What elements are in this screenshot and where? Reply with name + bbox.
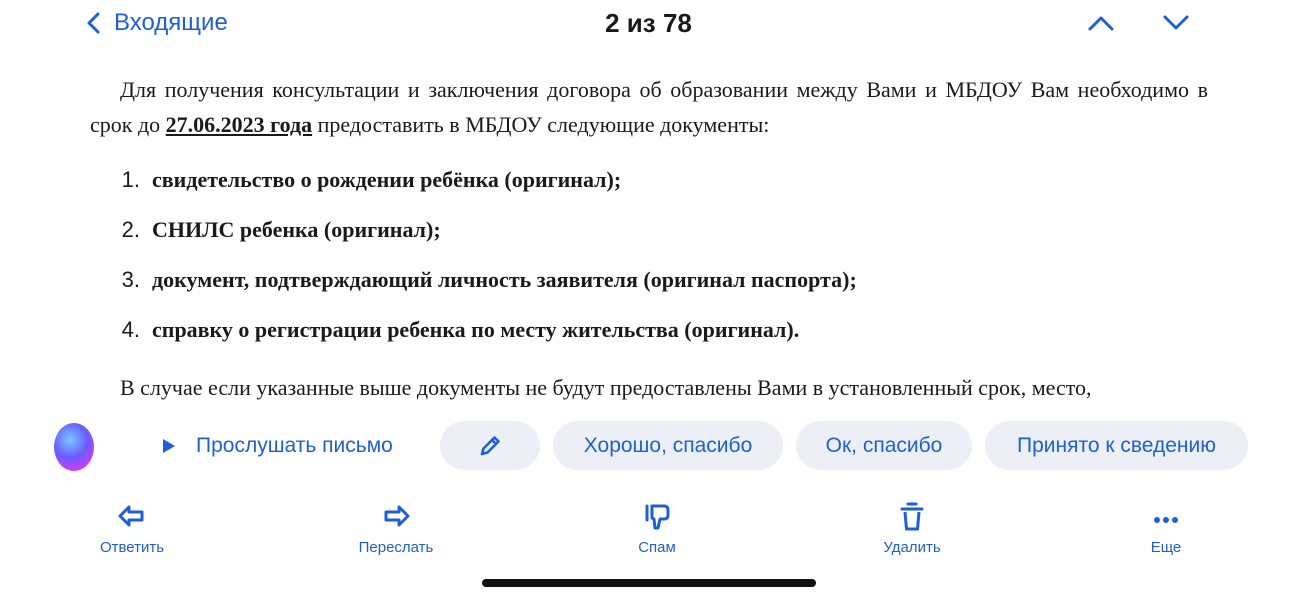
intro-paragraph: Для получения консультации и заключения …	[90, 72, 1208, 142]
delete-label: Удалить	[883, 539, 941, 556]
chevron-up-icon	[1088, 16, 1114, 31]
documents-list: 1. свидетельство о рождении ребёнка (ори…	[90, 154, 1208, 354]
list-item-text: СНИЛС ребенка (оригинал);	[152, 216, 441, 242]
list-item: 1. свидетельство о рождении ребёнка (ори…	[90, 154, 1208, 204]
reply-label: Ответить	[99, 539, 165, 556]
listen-email-button[interactable]: Прослушать письмо	[138, 421, 426, 470]
intro-text-end: предоставить в МБДОУ следующие документы…	[312, 112, 770, 137]
trash-icon	[900, 502, 924, 531]
closing-paragraph: В случае если указанные выше документы н…	[120, 375, 1092, 400]
spam-label: Спам	[638, 539, 676, 556]
forward-icon	[384, 505, 410, 527]
more-button[interactable]: Еще	[1106, 500, 1226, 570]
list-item-text: свидетельство о рождении ребёнка (оригин…	[152, 166, 622, 192]
mail-header: Входящие 2 из 78	[0, 0, 1297, 48]
more-label: Еще	[1150, 539, 1182, 556]
email-body: Для получения консультации и заключения …	[90, 72, 1208, 405]
pencil-icon	[480, 435, 500, 455]
list-item: 3. документ, подтверждающий личность зая…	[90, 254, 1208, 304]
assistant-orb-icon[interactable]	[54, 423, 94, 471]
deadline-date: 27.06.2023 года	[165, 112, 313, 137]
list-item: 2. СНИЛС ребенка (оригинал);	[90, 204, 1208, 254]
list-item-text: справку о регистрации ребенка по месту ж…	[152, 316, 800, 342]
forward-label: Переслать	[358, 539, 434, 556]
back-to-inbox-button[interactable]: Входящие	[84, 6, 228, 40]
more-dots-icon	[1154, 517, 1178, 523]
chevron-down-icon	[1163, 15, 1189, 30]
listen-email-label: Прослушать письмо	[196, 433, 393, 457]
list-item-number: 2.	[121, 216, 140, 242]
reply-button[interactable]: Ответить	[72, 500, 192, 570]
list-item-number: 1.	[121, 166, 140, 192]
spam-button[interactable]: Спам	[597, 500, 717, 570]
back-label: Входящие	[114, 9, 228, 36]
home-indicator[interactable]	[482, 579, 816, 587]
list-item-text: документ, подтверждающий личность заявит…	[152, 266, 857, 292]
compose-reply-button[interactable]	[440, 421, 540, 470]
next-message-button[interactable]	[1156, 8, 1196, 38]
list-item: 4. справку о регистрации ребенка по мест…	[90, 304, 1208, 354]
list-item-number: 3.	[121, 266, 140, 292]
quick-reply-noted-button[interactable]: Принято к сведению	[985, 421, 1248, 470]
reply-icon	[118, 505, 144, 527]
quick-reply-ok-button[interactable]: Ок, спасибо	[796, 421, 972, 470]
thumbs-down-icon	[645, 504, 670, 530]
delete-button[interactable]: Удалить	[852, 500, 972, 570]
forward-button[interactable]: Переслать	[336, 500, 456, 570]
play-icon	[163, 438, 175, 453]
previous-message-button[interactable]	[1081, 8, 1121, 38]
quick-reply-good-button[interactable]: Хорошо, спасибо	[553, 421, 783, 470]
chevron-left-icon	[87, 12, 100, 34]
list-item-number: 4.	[121, 316, 140, 342]
